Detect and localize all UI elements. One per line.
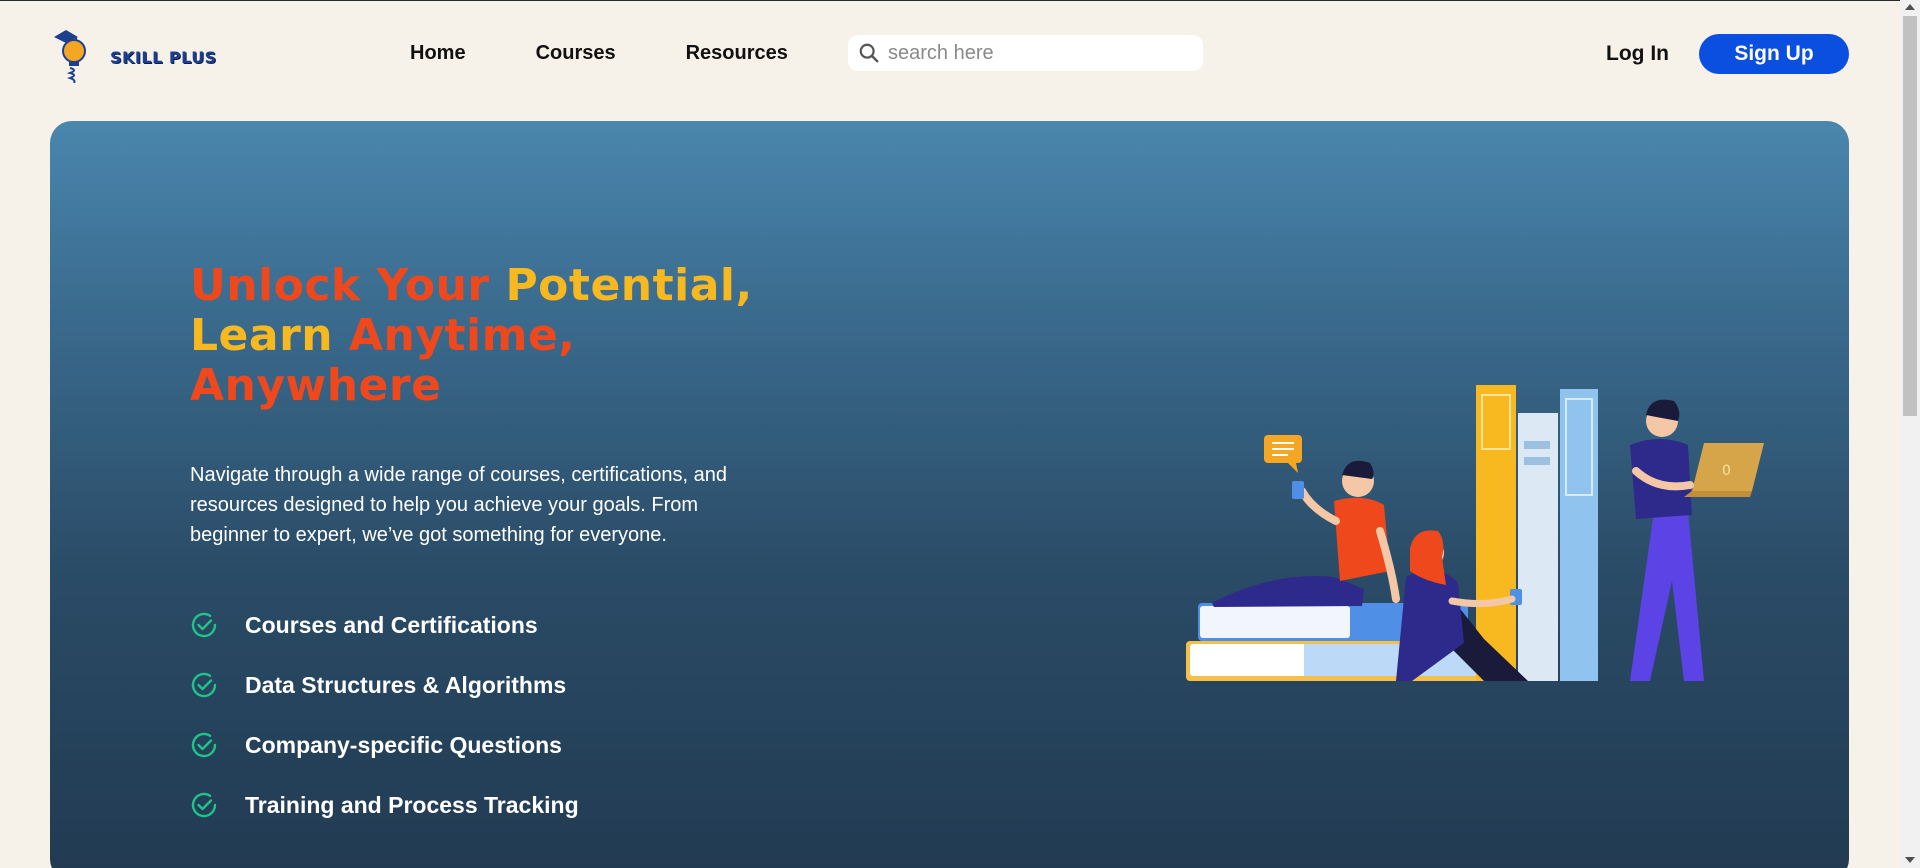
search-bar[interactable]: [848, 35, 1203, 71]
primary-nav: Home Courses Resources: [410, 42, 858, 65]
scroll-up-arrow-icon[interactable]: [1905, 4, 1915, 10]
check-circle-icon: [191, 732, 217, 758]
nav-link-courses[interactable]: Courses: [536, 42, 616, 65]
headline-part: Anytime,: [348, 310, 576, 361]
navbar: SKILL PLUS Home Courses Resources Log In…: [0, 1, 1900, 107]
headline-part: Anywhere: [190, 360, 442, 411]
feature-item: Courses and Certifications: [190, 610, 579, 640]
hero-headline: Unlock Your Potential, Learn Anytime, An…: [190, 261, 810, 411]
headline-part: Potential,: [505, 260, 753, 311]
lightbulb-graduation-icon: [54, 30, 86, 83]
feature-label: Training and Process Tracking: [245, 791, 579, 818]
hero-banner: Unlock Your Potential, Learn Anytime, An…: [50, 121, 1849, 868]
search-icon: [859, 43, 879, 63]
brand-name: SKILL PLUS: [110, 47, 217, 67]
hero-description: Navigate through a wide range of courses…: [190, 464, 727, 546]
scroll-down-arrow-icon[interactable]: [1905, 857, 1915, 863]
feature-list: Courses and Certifications Data Structur…: [190, 610, 579, 850]
feature-label: Company-specific Questions: [245, 731, 562, 758]
feature-item: Company-specific Questions: [190, 730, 579, 760]
check-circle-icon: [191, 612, 217, 638]
feature-item: Training and Process Tracking: [190, 790, 579, 820]
feature-label: Courses and Certifications: [245, 611, 538, 638]
logo[interactable]: SKILL PLUS: [52, 27, 217, 83]
search-input[interactable]: [888, 41, 1188, 65]
feature-label: Data Structures & Algorithms: [245, 671, 567, 698]
check-circle-icon: [191, 792, 217, 818]
check-circle-icon: [191, 672, 217, 698]
nav-link-home[interactable]: Home: [410, 42, 466, 65]
feature-item: Data Structures & Algorithms: [190, 670, 579, 700]
scrollbar-thumb[interactable]: [1903, 16, 1917, 416]
laptop-screen-text: 0: [1722, 463, 1731, 479]
login-link[interactable]: Log In: [1606, 42, 1669, 66]
students-books-illustration: 0: [1186, 385, 1764, 681]
headline-part: Unlock Your: [190, 260, 490, 311]
headline-part: Learn: [190, 310, 334, 361]
chat-bubble-icon: [1264, 435, 1302, 473]
nav-link-resources[interactable]: Resources: [686, 42, 788, 65]
signup-button[interactable]: Sign Up: [1699, 34, 1849, 74]
